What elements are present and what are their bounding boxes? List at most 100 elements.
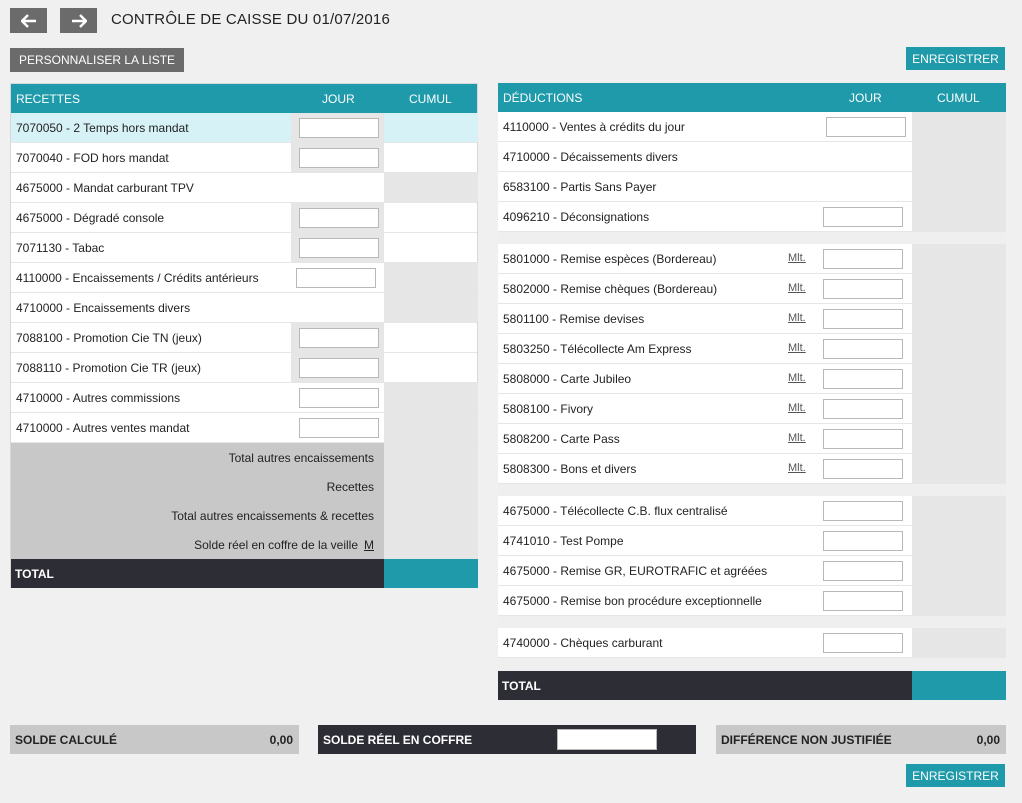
deductions-row: 5803250 - Télécollecte Am Express Mlt.: [498, 334, 1006, 364]
receipts-row: 4710000 - Autres commissions: [11, 383, 478, 413]
deductions-row-label: 4096210 - Déconsignations: [503, 210, 650, 224]
deductions-row: 4096210 - Déconsignations: [498, 202, 1006, 232]
receipts-summary-cumul: [384, 443, 478, 559]
mlt-link[interactable]: Mlt.: [788, 252, 806, 264]
deductions-day-input[interactable]: [823, 591, 903, 611]
deductions-day-input[interactable]: [823, 339, 903, 359]
mlt-link[interactable]: Mlt.: [788, 282, 806, 294]
deductions-row-label: 5801000 - Remise espèces (Bordereau): [503, 252, 717, 266]
back-button[interactable]: [10, 8, 47, 33]
mlt-link[interactable]: Mlt.: [788, 402, 806, 414]
deductions-total-bar: TOTAL: [498, 671, 912, 700]
receipts-row-label: 4710000 - Encaissements divers: [16, 301, 191, 315]
deductions-cumul-cell: [912, 394, 1006, 423]
mlt-link[interactable]: Mlt.: [788, 372, 806, 384]
real-balance-input[interactable]: [557, 729, 657, 750]
deductions-total-label: TOTAL: [502, 679, 541, 693]
deductions-cumul-cell: [912, 424, 1006, 453]
save-button-bottom[interactable]: ENREGISTRER: [906, 764, 1005, 787]
deductions-day-input[interactable]: [823, 501, 903, 521]
receipts-cumul-cell: [384, 383, 478, 412]
deductions-cumul-cell: [912, 586, 1006, 615]
receipts-row-label: 7071130 - Tabac: [16, 241, 105, 255]
deductions-cumul-cell: [912, 172, 1006, 201]
forward-button[interactable]: [60, 8, 97, 33]
mlt-link[interactable]: Mlt.: [788, 342, 806, 354]
deductions-row-label: 5808300 - Bons et divers: [503, 462, 637, 476]
difference-value: 0,00: [976, 733, 1000, 747]
receipts-col-cumul: CUMUL: [409, 92, 452, 106]
receipts-day-input[interactable]: [299, 148, 379, 168]
deductions-row-label: 5803250 - Télécollecte Am Express: [503, 342, 692, 356]
deductions-day-input[interactable]: [823, 561, 903, 581]
deductions-row: 5801000 - Remise espèces (Bordereau) Mlt.: [498, 244, 1006, 274]
deductions-day-input[interactable]: [823, 369, 903, 389]
receipts-day-input[interactable]: [299, 208, 379, 228]
receipts-row-label: 4110000 - Encaissements / Crédits antéri…: [16, 271, 259, 285]
deductions-row-label: 5801100 - Remise devises: [503, 312, 645, 326]
receipts-day-cell: [291, 413, 384, 442]
receipts-row-label: 7070040 - FOD hors mandat: [16, 151, 169, 165]
deductions-row-label: 4741010 - Test Pompe: [503, 534, 624, 548]
deductions-row: 4741010 - Test Pompe: [498, 526, 1006, 556]
deductions-day-input[interactable]: [826, 117, 906, 137]
summary-total-other: Total autres encaissements: [228, 451, 374, 465]
receipts-row-label: 4675000 - Dégradé console: [16, 211, 165, 225]
receipts-day-input[interactable]: [296, 268, 376, 288]
deductions-row: 4675000 - Remise bon procédure exception…: [498, 586, 1006, 616]
deductions-row: 4710000 - Décaissements divers: [498, 142, 1006, 172]
receipts-day-input[interactable]: [299, 238, 379, 258]
deductions-cumul-cell: [912, 142, 1006, 171]
deductions-row-label: 4110000 - Ventes à crédits du jour: [503, 120, 685, 134]
deductions-row-label: 4675000 - Télécollecte C.B. flux central…: [503, 504, 728, 518]
receipts-row-label: 7070050 - 2 Temps hors mandat: [16, 121, 189, 135]
deductions-day-input[interactable]: [823, 249, 903, 269]
deductions-row-label: 5808000 - Carte Jubileo: [503, 372, 632, 386]
deductions-row-label: 5808200 - Carte Pass: [503, 432, 620, 446]
deductions-row: 5802000 - Remise chèques (Bordereau) Mlt.: [498, 274, 1006, 304]
receipts-row: 7070040 - FOD hors mandat: [11, 143, 477, 173]
receipts-day-cell: [291, 113, 384, 142]
summary-real-balance-prev-label: Solde réel en coffre de la veille: [194, 538, 358, 552]
receipts-row: 4710000 - Autres ventes mandat: [11, 413, 478, 443]
deductions-cumul-cell: [912, 334, 1006, 363]
receipts-row-label: 4675000 - Mandat carburant TPV: [16, 181, 194, 195]
mlt-link[interactable]: Mlt.: [788, 432, 806, 444]
difference-label: DIFFÉRENCE NON JUSTIFIÉE: [721, 733, 892, 747]
receipts-row: 7070050 - 2 Temps hors mandat: [11, 113, 478, 143]
receipts-row: 4710000 - Encaissements divers: [11, 293, 478, 323]
receipts-row: 4110000 - Encaissements / Crédits antéri…: [11, 263, 478, 293]
m-link[interactable]: M: [364, 538, 374, 552]
deductions-day-input[interactable]: [823, 309, 903, 329]
summary-receipts: Recettes: [326, 480, 374, 494]
deductions-day-input[interactable]: [823, 399, 903, 419]
deductions-col-day: JOUR: [849, 91, 882, 105]
receipts-total-value: [384, 559, 478, 588]
deductions-day-input[interactable]: [823, 633, 903, 653]
arrow-right-icon: [71, 13, 87, 28]
deductions-day-input[interactable]: [823, 279, 903, 299]
computed-balance-value: 0,00: [269, 733, 293, 747]
receipts-day-input[interactable]: [299, 358, 379, 378]
deductions-day-input[interactable]: [823, 429, 903, 449]
receipts-day-input[interactable]: [299, 118, 379, 138]
deductions-day-input[interactable]: [823, 459, 903, 479]
receipts-day-input[interactable]: [299, 328, 379, 348]
save-button-top[interactable]: ENREGISTRER: [906, 47, 1005, 70]
deductions-header: DÉDUCTIONS JOUR CUMUL: [498, 83, 1006, 112]
receipts-row-label: 4710000 - Autres ventes mandat: [16, 421, 190, 435]
deductions-row-label: 5802000 - Remise chèques (Bordereau): [503, 282, 718, 296]
deductions-day-input[interactable]: [823, 207, 903, 227]
deductions-row: 5808100 - Fivory Mlt.: [498, 394, 1006, 424]
mlt-link[interactable]: Mlt.: [788, 462, 806, 474]
mlt-link[interactable]: Mlt.: [788, 312, 806, 324]
computed-balance-label: SOLDE CALCULÉ: [15, 733, 117, 747]
arrow-left-icon: [20, 13, 36, 28]
deductions-day-input[interactable]: [823, 531, 903, 551]
deductions-row-label: 4740000 - Chèques carburant: [503, 636, 663, 650]
receipts-day-input[interactable]: [299, 418, 379, 438]
deductions-row-label: 4675000 - Remise bon procédure exception…: [503, 594, 762, 608]
deductions-cumul-cell: [912, 304, 1006, 333]
customize-list-button[interactable]: PERSONNALISER LA LISTE: [10, 48, 185, 72]
receipts-day-input[interactable]: [299, 388, 379, 408]
